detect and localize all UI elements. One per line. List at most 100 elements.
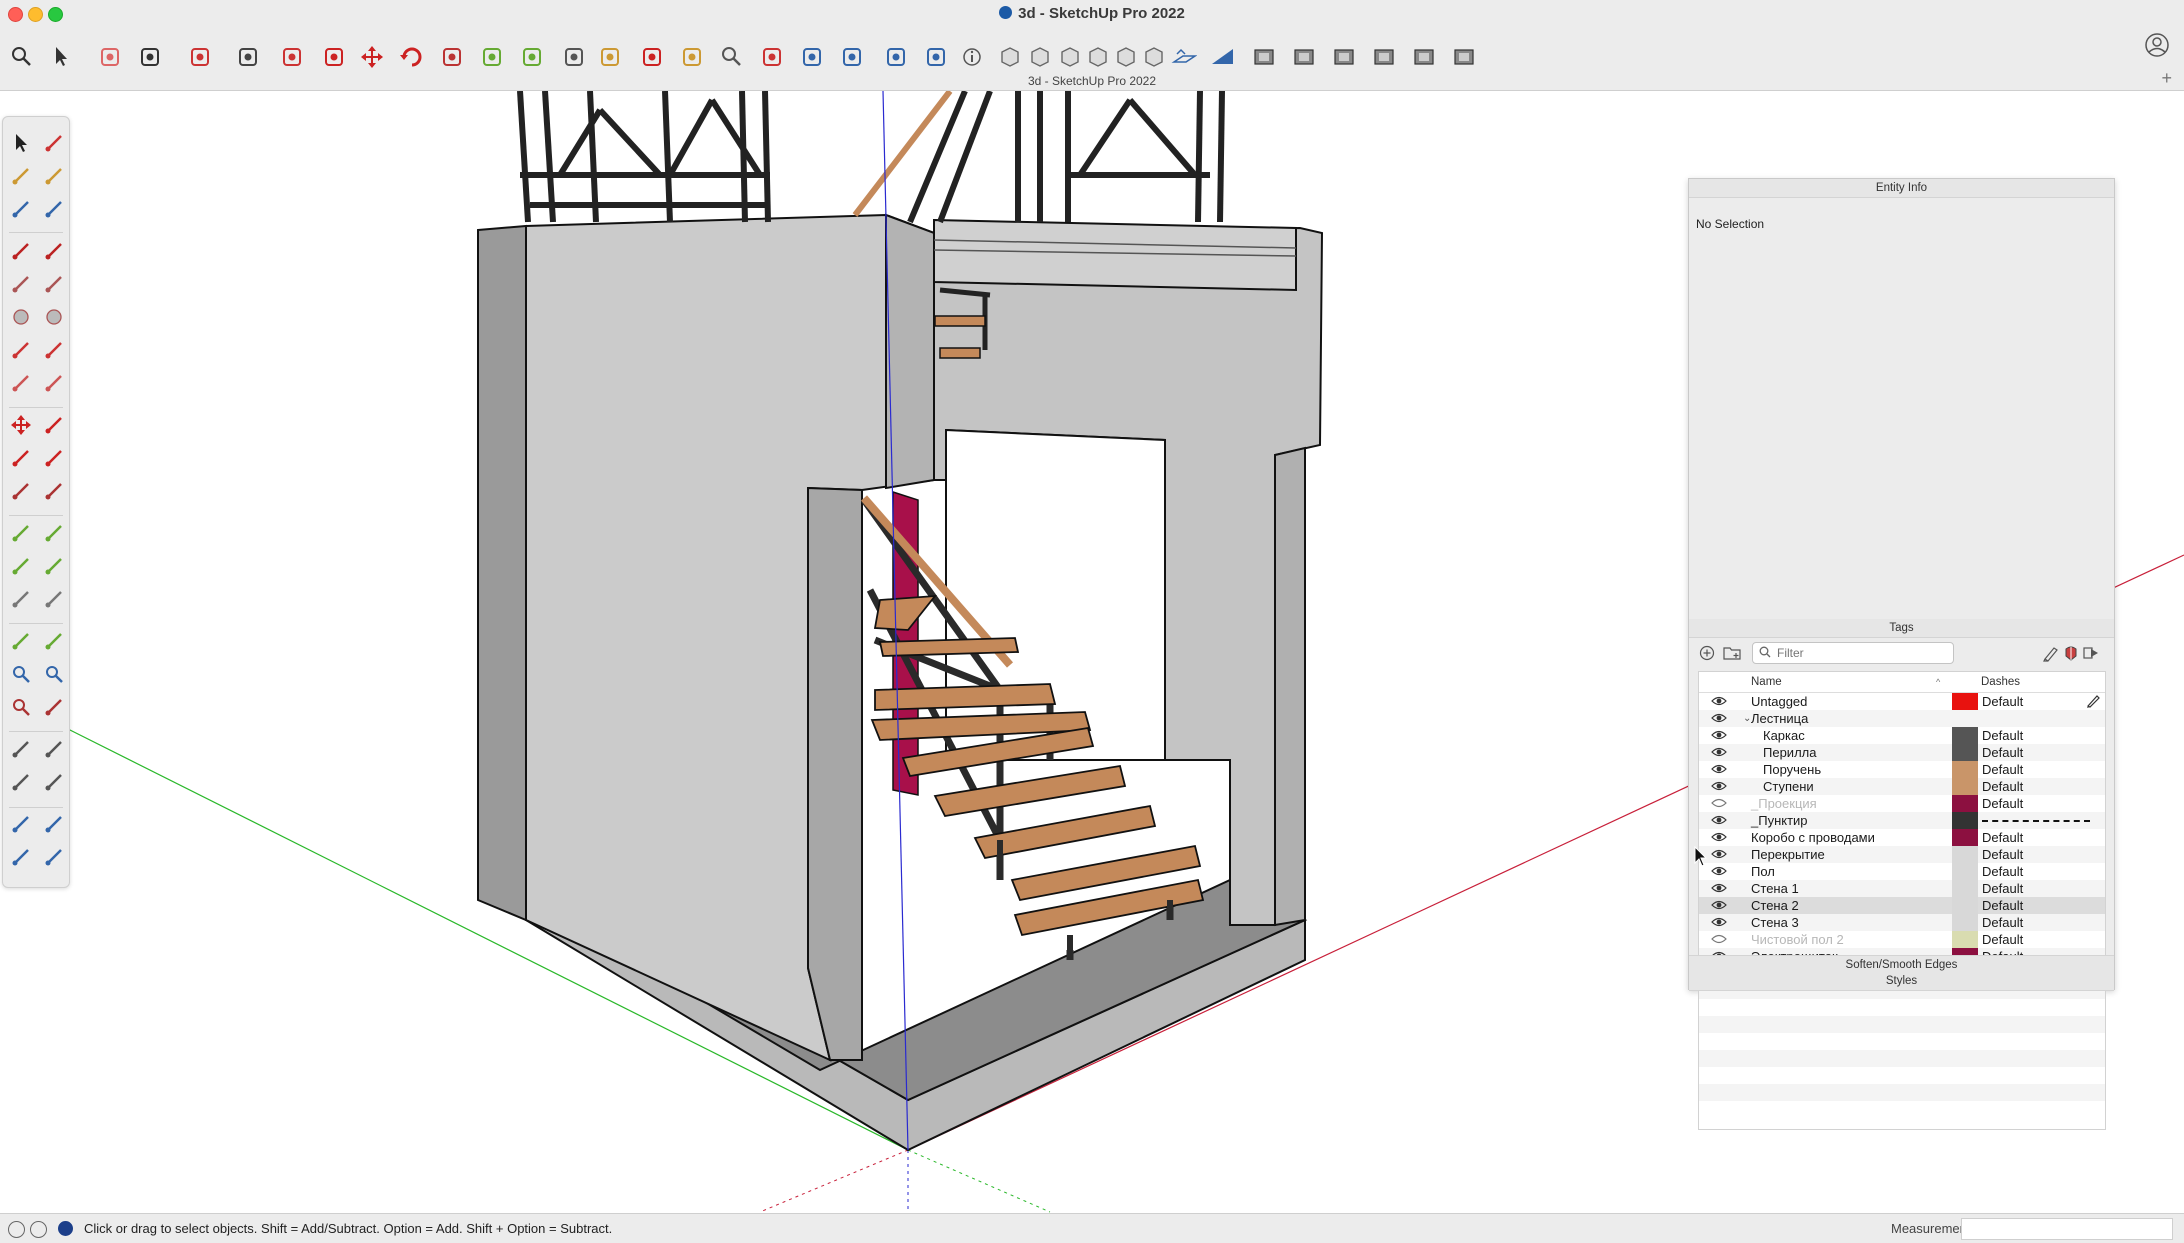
tag-dashes-value[interactable]: Default: [1982, 761, 2023, 778]
view-right-icon[interactable]: [1369, 42, 1399, 72]
add-tag-folder-icon[interactable]: [1723, 645, 1741, 661]
three-point-arc-tool-icon[interactable]: [7, 369, 35, 397]
shaded-style-icon[interactable]: [1083, 42, 1113, 72]
tag-row[interactable]: Поручень Default: [1699, 761, 2105, 778]
tag-color-swatch[interactable]: [1952, 880, 1978, 897]
tag-color-swatch[interactable]: [1952, 761, 1978, 778]
tag-color-swatch[interactable]: [1952, 795, 1978, 812]
section-plane-icon[interactable]: [1169, 42, 1199, 72]
tag-color-swatch[interactable]: [1952, 931, 1978, 948]
view-front-icon[interactable]: [1329, 42, 1359, 72]
visible-eye-icon[interactable]: [1711, 695, 1727, 707]
tag-color-swatch[interactable]: [1952, 693, 1978, 710]
visible-eye-icon[interactable]: [1711, 780, 1727, 792]
tag-name[interactable]: _Пунктир: [1751, 812, 1808, 829]
tag-row[interactable]: Перекрытие Default: [1699, 846, 2105, 863]
tag-filter-input[interactable]: [1775, 644, 1949, 662]
tag-name[interactable]: Лестница: [1751, 710, 1808, 727]
tag-color-swatch[interactable]: [1952, 778, 1978, 795]
axes-tool-icon[interactable]: [7, 585, 35, 613]
view-top-icon[interactable]: [1289, 42, 1319, 72]
select-tool-icon[interactable]: [7, 129, 35, 157]
active-tag-pencil-icon[interactable]: [2085, 694, 2101, 708]
info-icon[interactable]: [30, 1221, 47, 1238]
pan-view-tool-icon[interactable]: [40, 627, 68, 655]
tag-dashes-value[interactable]: Default: [1982, 914, 2023, 931]
zoom-extents-icon[interactable]: [757, 42, 787, 72]
measurements-box[interactable]: [1961, 1218, 2173, 1240]
tag-row[interactable]: Ступени Default: [1699, 778, 2105, 795]
look-around-tool-icon[interactable]: [7, 768, 35, 796]
account-icon[interactable]: [2144, 32, 2170, 58]
select-icon[interactable]: [47, 42, 77, 72]
arc-icon[interactable]: [185, 42, 215, 72]
warehouse-tool-icon[interactable]: [7, 810, 35, 838]
paint-bucket-icon[interactable]: [595, 42, 625, 72]
layers-icon[interactable]: [881, 42, 911, 72]
tag-dashes-value[interactable]: Default: [1982, 829, 2023, 846]
orbit-tool-icon[interactable]: [40, 129, 68, 157]
tape-measure-icon[interactable]: [477, 42, 507, 72]
tag-row[interactable]: _Пунктир: [1699, 812, 2105, 829]
paint-bucket-tool-icon[interactable]: [7, 162, 35, 190]
tag-name[interactable]: _Проекция: [1751, 795, 1817, 812]
follow-me-tool-icon[interactable]: [40, 444, 68, 472]
visible-eye-icon[interactable]: [1711, 916, 1727, 928]
sandbox-icon[interactable]: [1207, 42, 1237, 72]
tag-name[interactable]: Untagged: [1751, 693, 1807, 710]
protractor-tool-icon[interactable]: [7, 552, 35, 580]
push-pull-icon[interactable]: [277, 42, 307, 72]
tag-row[interactable]: Стена 1 Default: [1699, 880, 2105, 897]
tag-name[interactable]: Ступени: [1763, 778, 1814, 795]
tag-name[interactable]: Стена 3: [1751, 914, 1799, 931]
tag-tool-icon[interactable]: [2042, 644, 2060, 662]
tag-name[interactable]: Поручень: [1763, 761, 1821, 778]
tag-dashes-value[interactable]: Default: [1982, 727, 2023, 744]
tag-name[interactable]: Перилла: [1763, 744, 1816, 761]
layout-tool-icon[interactable]: [7, 843, 35, 871]
tag-row[interactable]: Стена 2 Default: [1699, 897, 2105, 914]
tag-dashes-value[interactable]: Default: [1982, 744, 2023, 761]
new-tab-icon[interactable]: +: [2161, 68, 2172, 89]
shape-icon[interactable]: [233, 42, 263, 72]
tags-header[interactable]: Tags: [1689, 619, 2114, 638]
name-column-header[interactable]: Name: [1751, 676, 1782, 688]
component-tool-icon[interactable]: [7, 195, 35, 223]
extension-manager-tool-icon[interactable]: [40, 843, 68, 871]
tag-color-swatch[interactable]: [1952, 914, 1978, 931]
tag-row[interactable]: Untagged Default: [1699, 693, 2105, 710]
eraser-tool-icon[interactable]: [40, 162, 68, 190]
rectangle-tool-icon[interactable]: [7, 270, 35, 298]
view-left-icon[interactable]: [1449, 42, 1479, 72]
tag-dashes-value[interactable]: Default: [1982, 880, 2023, 897]
tag-dashes-value[interactable]: Default: [1982, 778, 2023, 795]
offset-icon[interactable]: [319, 42, 349, 72]
textured-style-icon[interactable]: [1111, 42, 1141, 72]
visible-eye-icon[interactable]: [1711, 831, 1727, 843]
visible-eye-icon[interactable]: [1711, 746, 1727, 758]
tag-name[interactable]: Пол: [1751, 863, 1775, 880]
line-icon[interactable]: [135, 42, 165, 72]
tape-measure-tool-icon[interactable]: [7, 519, 35, 547]
tag-name[interactable]: Каркас: [1763, 727, 1805, 744]
sort-chevron-icon[interactable]: ^: [1936, 677, 1940, 687]
tag-dashes-value[interactable]: Default: [1982, 795, 2023, 812]
tag-tool-icon[interactable]: [40, 195, 68, 223]
move-tool-icon[interactable]: [7, 411, 35, 439]
tag-name[interactable]: Стена 1: [1751, 880, 1799, 897]
dimension-tool-icon[interactable]: [40, 519, 68, 547]
extension-warehouse-tool-icon[interactable]: [40, 810, 68, 838]
monochrome-style-icon[interactable]: [1139, 42, 1169, 72]
scale-tool-icon[interactable]: [7, 477, 35, 505]
extension-icon[interactable]: [837, 42, 867, 72]
entity-info-header[interactable]: Entity Info: [1689, 179, 2114, 198]
circle-tool-icon[interactable]: [7, 303, 35, 331]
tag-name[interactable]: Перекрытие: [1751, 846, 1825, 863]
two-point-arc-tool-icon[interactable]: [40, 336, 68, 364]
tag-color-swatch[interactable]: [1952, 863, 1978, 880]
zoom-window-tool-icon[interactable]: [40, 660, 68, 688]
tag-color-swatch[interactable]: [1952, 727, 1978, 744]
protractor-icon[interactable]: [517, 42, 547, 72]
tag-dashes-value[interactable]: Default: [1982, 863, 2023, 880]
components-icon[interactable]: [921, 42, 951, 72]
